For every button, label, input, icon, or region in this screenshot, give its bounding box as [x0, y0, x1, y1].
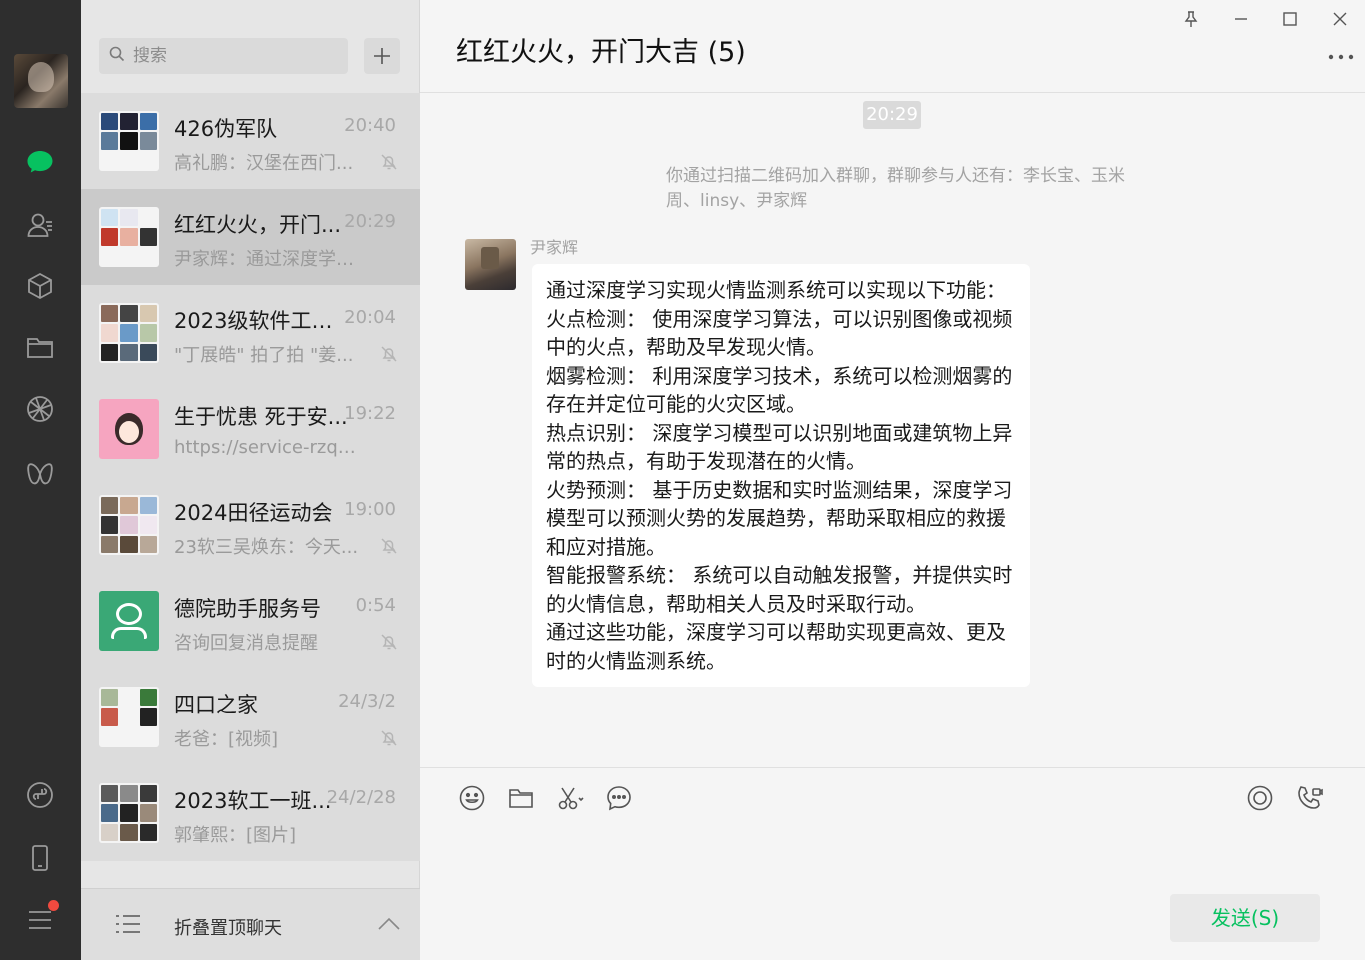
nav-rail: [0, 0, 81, 960]
mute-icon: [381, 634, 397, 650]
chat-name: 生于忧患 死于安...: [174, 405, 348, 429]
message-line: 热点识别： 深度学习模型可以识别地面或建筑物上异常的热点，有助于发现潜在的火情。: [546, 420, 1013, 474]
chat-item[interactable]: 2023软工一班... 24/2/28 郭肇熙：[图片]: [81, 765, 420, 861]
chat-time: 19:00: [344, 499, 396, 520]
group-avatar: [99, 207, 159, 267]
call-icon[interactable]: [1293, 782, 1325, 814]
chat-time: 20:04: [344, 307, 396, 328]
mute-icon: [381, 730, 397, 746]
chat-list-panel: 426伪军队 20:40 高礼鹏：汉堡在西门... 红红火火，开门... 20:…: [81, 0, 420, 960]
chat-item[interactable]: 426伪军队 20:40 高礼鹏：汉堡在西门...: [81, 93, 420, 189]
chat-name: 红红火火，开门...: [174, 213, 342, 237]
phone-icon[interactable]: [20, 838, 60, 878]
chat-list: 426伪军队 20:40 高礼鹏：汉堡在西门... 红红火火，开门... 20:…: [81, 93, 420, 888]
channels-icon[interactable]: [20, 454, 60, 494]
contacts-icon[interactable]: [20, 205, 60, 245]
files-icon[interactable]: [20, 327, 60, 367]
mute-icon: [381, 538, 397, 554]
chat-preview: 23软三吴焕东：今天...: [174, 537, 359, 558]
chevron-up-icon: [378, 917, 400, 930]
more-icon[interactable]: [1328, 52, 1354, 62]
send-button[interactable]: 发送(S): [1170, 894, 1320, 942]
mini-program-icon[interactable]: [20, 775, 60, 815]
chat-time: 20:40: [344, 115, 396, 136]
chat-preview: 郭肇熙：[图片]: [174, 825, 297, 846]
message-line: 智能报警系统： 系统可以自动触发报警，并提供实时的火情信息，帮助相关人员及时采取…: [546, 563, 1013, 616]
chat-preview: 尹家辉：通过深度学习...: [174, 249, 359, 270]
screenshot-icon[interactable]: [554, 782, 586, 814]
chat-item[interactable]: 2023级软件工程... 20:04 "丁展皓" 拍了拍 "姜...: [81, 285, 420, 381]
message-line: 烟雾检测： 利用深度学习技术，系统可以检测烟雾的存在并定位可能的火灾区域。: [546, 363, 1013, 417]
favorites-icon[interactable]: [20, 266, 60, 306]
moments-icon[interactable]: [20, 389, 60, 429]
chat-header: 红红火火，开门大吉 (5): [420, 0, 1365, 93]
message-bubble[interactable]: 通过深度学习实现火情监测系统可以实现以下功能： 火点检测： 使用深度学习算法，可…: [532, 264, 1030, 687]
message-line: 火点检测： 使用深度学习算法，可以识别图像或视频中的火点，帮助及早发现火情。: [546, 306, 1013, 360]
group-avatar: [99, 399, 159, 459]
chat-item[interactable]: 2024田径运动会 19:00 23软三吴焕东：今天...: [81, 477, 420, 573]
chat-name: 2023级软件工程...: [174, 309, 349, 333]
my-avatar[interactable]: [14, 54, 68, 108]
mute-icon: [381, 346, 397, 362]
chat-time: 24/3/2: [338, 691, 396, 712]
add-button[interactable]: [364, 38, 400, 74]
chat-preview: "丁展皓" 拍了拍 "姜...: [174, 345, 354, 366]
chat-preview: https://service-rzqkf1...: [174, 437, 359, 458]
group-avatar: [99, 687, 159, 747]
search-input[interactable]: [133, 46, 333, 66]
chat-preview: 老爸：[视频]: [174, 729, 279, 750]
group-avatar: [99, 303, 159, 363]
pin-icon[interactable]: [1180, 8, 1202, 30]
sender-avatar[interactable]: [465, 239, 516, 290]
message-line: 通过这些功能，深度学习可以帮助实现更高效、更及时的火情监测系统。: [546, 620, 1006, 673]
search-box[interactable]: [99, 38, 348, 74]
chat-preview: 咨询回复消息提醒: [174, 633, 318, 654]
chat-icon[interactable]: [20, 142, 60, 182]
chat-item[interactable]: 生于忧患 死于安... 19:22 https://service-rzqkf1…: [81, 381, 420, 477]
close-icon[interactable]: [1329, 8, 1351, 30]
chat-history-icon[interactable]: [603, 782, 635, 814]
chat-time: 20:29: [344, 211, 396, 232]
chat-window: 红红火火，开门大吉 (5) 20:29 你通过扫描二维码加入群聊，群聊参与人还有…: [420, 0, 1365, 960]
sender-name: 尹家辉: [530, 238, 579, 257]
mute-icon: [381, 154, 397, 170]
chat-name: 2023软工一班...: [174, 789, 332, 813]
chat-name: 德院助手服务号: [174, 597, 321, 621]
plus-icon: [374, 48, 390, 64]
group-avatar: [99, 783, 159, 843]
search-icon: [109, 46, 125, 66]
chat-name: 2024田径运动会: [174, 501, 333, 525]
group-avatar: [99, 111, 159, 171]
chat-preview: 高礼鹏：汉堡在西门...: [174, 153, 354, 174]
chat-title: 红红火火，开门大吉 (5): [456, 37, 746, 68]
service-avatar: [99, 591, 159, 651]
fold-label: 折叠置顶聊天: [174, 918, 282, 939]
maximize-icon[interactable]: [1279, 8, 1301, 30]
system-message: 你通过扫描二维码加入群聊，群聊参与人还有：李长宝、玉米周、linsy、尹家辉: [666, 166, 1125, 211]
live-icon[interactable]: [1244, 782, 1276, 814]
chat-name: 四口之家: [174, 693, 258, 717]
message-timestamp: 20:29: [863, 101, 921, 129]
chat-item[interactable]: 德院助手服务号 0:54 咨询回复消息提醒: [81, 573, 420, 669]
list-icon: [116, 915, 140, 933]
group-avatar: [99, 495, 159, 555]
chat-time: 19:22: [344, 403, 396, 424]
input-divider: [420, 767, 1365, 768]
folder-icon[interactable]: [505, 782, 537, 814]
emoji-icon[interactable]: [456, 782, 488, 814]
chat-item[interactable]: 四口之家 24/3/2 老爸：[视频]: [81, 669, 420, 765]
message-line: 通过深度学习实现火情监测系统可以实现以下功能：: [546, 278, 1006, 302]
minimize-icon[interactable]: [1230, 8, 1252, 30]
chat-time: 0:54: [355, 595, 396, 616]
fold-pinned-chats[interactable]: 折叠置顶聊天: [81, 888, 420, 960]
chat-item[interactable]: 红红火火，开门... 20:29 尹家辉：通过深度学习...: [81, 189, 420, 285]
chat-time: 24/2/28: [326, 787, 396, 808]
chat-name: 426伪军队: [174, 117, 278, 141]
message-line: 火势预测： 基于历史数据和实时监测结果，深度学习模型可以预测火势的发展趋势，帮助…: [546, 477, 1013, 559]
unread-dot: [48, 900, 59, 911]
